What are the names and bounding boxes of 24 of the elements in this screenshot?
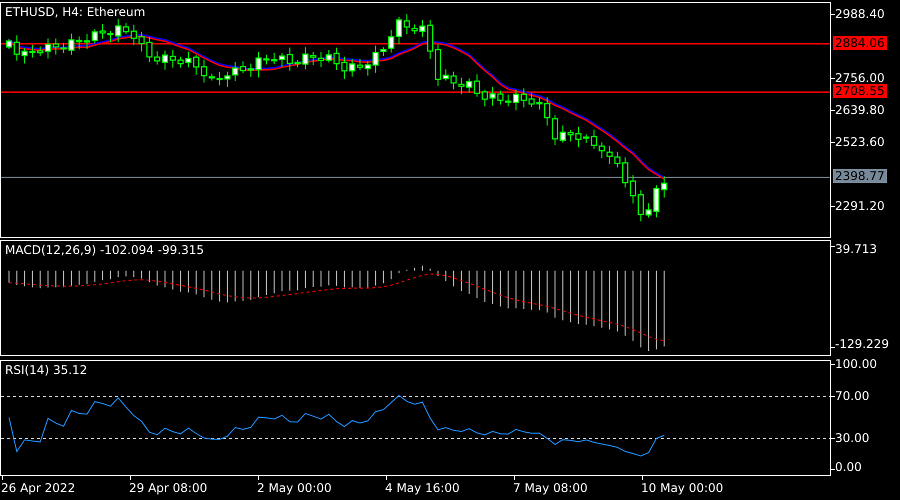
price-axis-label: 2291.20: [834, 199, 886, 213]
rsi-title: RSI(14) 35.12: [5, 363, 88, 377]
time-axis-label: 2 May 00:00: [257, 481, 332, 495]
price-level-label: 2708.55: [833, 84, 887, 98]
price-axis-label: 2988.40: [834, 7, 886, 21]
time-axis-label: 10 May 00:00: [641, 481, 724, 495]
rsi-axis-label: 0.00: [834, 460, 863, 474]
rsi-axis-label: 100.00: [834, 357, 878, 371]
chart-title: ETHUSD, H4: Ethereum: [5, 5, 146, 19]
price-axis-label: 2523.60: [834, 135, 886, 149]
candle: [661, 176, 668, 198]
macd-title: MACD(12,26,9) -102.094 -99.315: [5, 243, 204, 257]
time-axis-label: 4 May 16:00: [385, 481, 460, 495]
time-axis-label: 29 Apr 08:00: [129, 481, 208, 495]
macd-axis-label: 39.713: [834, 242, 878, 256]
macd-axis-label: -129.229: [834, 337, 890, 351]
time-axis-label: 7 May 08:00: [513, 481, 588, 495]
price-axis-label: 2639.80: [834, 103, 886, 117]
current-price-label: 2398.77: [833, 169, 887, 184]
rsi-axis-label: 70.00: [834, 388, 870, 402]
price-level-label: 2884.06: [833, 36, 887, 50]
rsi-axis-label: 30.00: [834, 430, 870, 444]
time-axis-label: 26 Apr 2022: [1, 481, 76, 495]
price-axis-label: 2756.00: [834, 71, 886, 85]
